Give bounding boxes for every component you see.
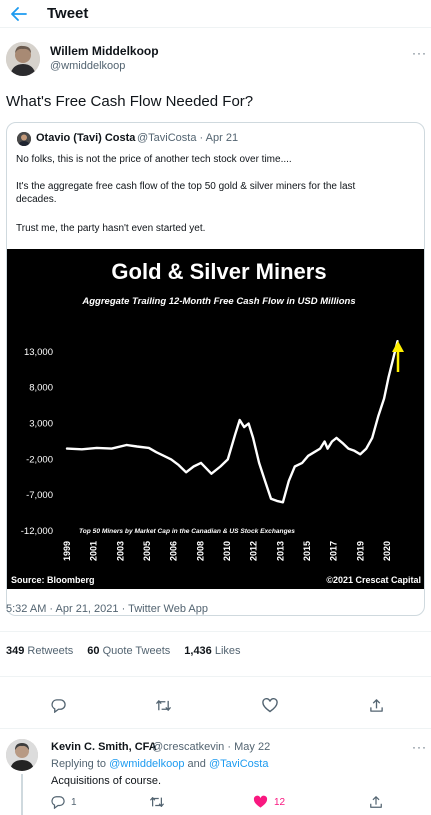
x-tick-label: 2017	[329, 541, 339, 561]
reply-actions: 1 12	[0, 795, 431, 815]
quoted-text-line-3: decades.	[16, 194, 57, 205]
replying-to-link-2[interactable]: @TaviCosta	[209, 758, 268, 770]
more-options-icon[interactable]: ···	[412, 46, 427, 60]
author-name[interactable]: Willem Middelkoop	[50, 44, 159, 58]
y-tick-label: 3,000	[29, 419, 53, 430]
quoted-text-line-4: Trust me, the party hasn't even started …	[16, 223, 206, 234]
like-button[interactable]	[262, 698, 278, 713]
chart-note: Top 50 Miners by Market Cap in the Canad…	[79, 528, 295, 535]
reply-author-name[interactable]: Kevin C. Smith, CFA	[51, 741, 157, 753]
reply-retweet-button[interactable]	[149, 795, 165, 809]
retweets-stat[interactable]: 349 Retweets	[6, 645, 73, 657]
reply-reply-count: 1	[71, 796, 77, 808]
reply-like-count: 12	[274, 796, 286, 808]
share-icon	[370, 699, 383, 712]
x-tick-label: 1999	[62, 541, 72, 561]
replying-to-link-1[interactable]: @wmiddelkoop	[109, 758, 184, 770]
x-tick-label: 2001	[89, 541, 99, 561]
x-tick-label: 2012	[249, 541, 259, 561]
y-tick-label: -7,000	[26, 490, 53, 501]
x-tick-label: 2008	[195, 541, 205, 561]
x-tick-label: 2006	[169, 541, 179, 561]
share-icon	[370, 796, 382, 808]
x-tick-label: 2020	[382, 541, 392, 561]
reply-button[interactable]	[51, 698, 66, 713]
retweet-button[interactable]	[155, 698, 172, 713]
reply-like-button[interactable]: 12	[253, 795, 285, 809]
chart-credit: ©2021 Crescat Capital	[326, 575, 421, 585]
x-tick-label: 2005	[142, 541, 152, 561]
quoted-text-line-1: No folks, this is not the price of anoth…	[16, 154, 292, 165]
retweet-icon	[149, 797, 165, 807]
tweet-text: What's Free Cash Flow Needed For?	[6, 93, 254, 110]
divider	[0, 676, 431, 677]
author-handle[interactable]: @wmiddelkoop	[50, 60, 125, 72]
tweet-actions	[0, 698, 431, 718]
heart-icon	[262, 698, 278, 713]
reply-more-options-icon[interactable]: ···	[412, 740, 427, 754]
y-tick-label: -12,000	[21, 526, 53, 537]
share-button[interactable]	[369, 698, 384, 713]
back-arrow-icon[interactable]	[10, 5, 28, 23]
reply-meta: @crescatkevin · May 22	[152, 741, 271, 753]
free-cash-flow-chart[interactable]: Gold & Silver Miners Aggregate Trailing …	[7, 249, 424, 589]
x-tick-label: 2015	[302, 541, 312, 561]
x-tick-label: 2019	[355, 541, 365, 561]
x-tick-label: 2013	[275, 541, 285, 561]
engagement-stats: 349 Retweets 60 Quote Tweets 1,436 Likes	[6, 645, 241, 657]
reply-author-handle[interactable]: @crescatkevin	[152, 741, 224, 753]
y-tick-label: -2,000	[26, 454, 53, 465]
retweet-icon	[155, 700, 172, 711]
quoted-date: Apr 21	[205, 132, 239, 144]
y-tick-label: 8,000	[29, 383, 53, 394]
quoted-author-avatar	[17, 132, 31, 146]
heart-filled-icon	[253, 795, 268, 808]
reply-share-button[interactable]	[369, 795, 383, 809]
replying-to: Replying to @wmiddelkoop and @TaviCosta	[51, 758, 269, 770]
reply-date[interactable]: May 22	[234, 741, 270, 753]
quoted-meta: @TaviCosta · Apr 21	[137, 132, 239, 144]
tweet-timestamp[interactable]: 5:32 AM · Apr 21, 2021 · Twitter Web App	[6, 603, 208, 615]
quoted-author-handle: @TaviCosta	[137, 132, 197, 144]
comment-icon	[51, 796, 65, 809]
quoted-text-line-2: It's the aggregate free cash flow of the…	[16, 181, 356, 192]
chart-subtitle: Aggregate Trailing 12-Month Free Cash Fl…	[81, 296, 355, 307]
x-tick-label: 2010	[222, 541, 232, 561]
quoted-author-name: Otavio (Tavi) Costa	[36, 132, 136, 144]
y-tick-label: 13,000	[24, 347, 53, 358]
reply-author-avatar[interactable]	[6, 739, 38, 771]
author-avatar[interactable]	[6, 42, 40, 76]
divider	[0, 631, 431, 632]
chart-source: Source: Bloomberg	[11, 575, 95, 585]
reply-text: Acquisitions of course.	[51, 775, 162, 787]
x-tick-label: 2003	[115, 541, 125, 561]
divider	[0, 728, 431, 729]
likes-stat[interactable]: 1,436 Likes	[184, 645, 240, 657]
top-bar: Tweet	[0, 0, 431, 28]
page-title: Tweet	[47, 5, 89, 22]
chart-title: Gold & Silver Miners	[111, 259, 326, 284]
comment-icon	[51, 699, 66, 713]
reply-reply-button[interactable]: 1	[51, 795, 77, 809]
quoted-tweet-card[interactable]: Otavio (Tavi) Costa @TaviCosta · Apr 21 …	[6, 122, 425, 616]
quote-tweets-stat[interactable]: 60 Quote Tweets	[87, 645, 170, 657]
